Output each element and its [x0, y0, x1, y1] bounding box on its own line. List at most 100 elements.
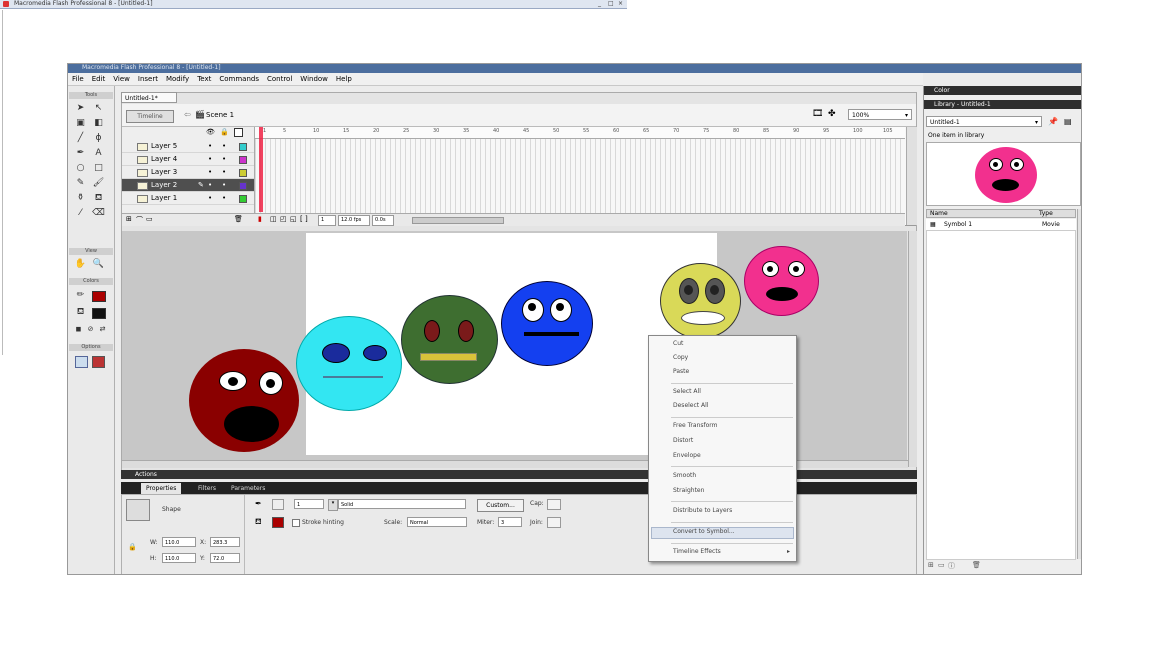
visible-dot-icon[interactable]: •	[208, 179, 212, 191]
menu-item-deselect-all[interactable]: Deselect All	[673, 402, 708, 409]
free-transform-tool-icon[interactable]: ▣	[74, 117, 87, 129]
line-tool-icon[interactable]: ╱	[74, 132, 87, 144]
eye-column-icon[interactable]: 👁	[206, 128, 215, 136]
brush-tool-icon[interactable]: 🖌	[92, 177, 105, 189]
rectangle-tool-icon[interactable]: □	[92, 162, 105, 174]
custom-button[interactable]: Custom...	[477, 499, 524, 512]
lock-dot-icon[interactable]: •	[222, 179, 226, 191]
back-arrow-icon[interactable]: ⇦	[184, 110, 191, 119]
delete-icon[interactable]: 🗑	[972, 561, 981, 569]
scale-select[interactable]: Normal	[407, 517, 467, 527]
lock-dot-icon[interactable]: •	[222, 140, 226, 152]
zoom-select[interactable]: 100% ▾	[848, 109, 912, 120]
layer-outline-swatch[interactable]	[239, 143, 247, 151]
menu-edit[interactable]: Edit	[88, 73, 110, 85]
stroke-color-swatch[interactable]	[92, 291, 106, 302]
yellow-face[interactable]	[660, 263, 741, 339]
pen-tool-icon[interactable]: ✒	[74, 147, 87, 159]
stroke-style-select[interactable]: Solid	[338, 499, 466, 509]
menu-item-copy[interactable]: Copy	[673, 354, 688, 361]
stroke-hinting-checkbox[interactable]	[292, 519, 300, 527]
y-input[interactable]: 72.0	[210, 553, 240, 563]
menu-insert[interactable]: Insert	[134, 73, 162, 85]
snap-option-icon[interactable]	[75, 356, 88, 368]
eraser-tool-icon[interactable]: ⌫	[92, 207, 105, 219]
col-name[interactable]: Name	[930, 210, 948, 218]
edit-multiple-icon[interactable]: ◱	[290, 215, 297, 223]
dark-red-face[interactable]	[189, 349, 299, 452]
frame-ruler[interactable]: 1 5 10 15 20 25 30 35 40 45 50 55 60 65 …	[255, 127, 905, 139]
oval-tool-icon[interactable]: ○	[74, 162, 87, 174]
playhead[interactable]	[259, 127, 263, 212]
menu-item-cut[interactable]: Cut	[673, 340, 683, 347]
layer-row-selected[interactable]: Layer 2 ✎ • •	[122, 179, 254, 192]
lock-icon[interactable]: 🔒	[128, 543, 137, 551]
menu-item-straighten[interactable]: Straighten	[673, 487, 704, 494]
menu-file[interactable]: File	[68, 73, 88, 85]
cap-select[interactable]	[547, 499, 561, 510]
layer-row[interactable]: Layer 5 • •	[122, 140, 254, 153]
green-face[interactable]	[401, 295, 498, 384]
eyedropper-tool-icon[interactable]: ⁄	[74, 207, 87, 219]
lock-column-icon[interactable]: 🔒	[220, 128, 229, 136]
col-type[interactable]: Type	[1039, 210, 1053, 218]
motion-guide-icon[interactable]: ⌒	[136, 215, 143, 225]
gradient-tool-icon[interactable]: ◧	[92, 117, 105, 129]
insert-layer-icon[interactable]: ⊞	[126, 215, 132, 223]
subselect-tool-icon[interactable]: ↖	[92, 102, 105, 114]
library-scrollbar[interactable]	[1077, 209, 1081, 559]
lock-dot-icon[interactable]: •	[222, 192, 226, 204]
blue-face[interactable]	[501, 281, 593, 366]
visible-dot-icon[interactable]: •	[208, 192, 212, 204]
menu-window[interactable]: Window	[296, 73, 332, 85]
text-tool-icon[interactable]: A	[92, 147, 105, 159]
new-symbol-icon[interactable]: ⊞	[928, 561, 934, 569]
menu-text[interactable]: Text	[193, 73, 215, 85]
onion-markers-icon[interactable]: [ ]	[300, 215, 308, 223]
pencil-tool-icon[interactable]: ✎	[74, 177, 87, 189]
properties-icon[interactable]: ⓘ	[948, 561, 955, 571]
tab-properties[interactable]: Properties	[141, 483, 182, 494]
library-document-select[interactable]: Untitled-1 ▾	[926, 116, 1042, 127]
library-panel-header[interactable]: Library - Untitled-1	[924, 100, 1081, 109]
lock-dot-icon[interactable]: •	[222, 166, 226, 178]
height-input[interactable]: 110.0	[162, 553, 196, 563]
layer-outline-swatch[interactable]	[239, 156, 247, 164]
actions-panel-header[interactable]: Actions	[121, 470, 917, 479]
menu-item-free-transform[interactable]: Free Transform	[673, 422, 717, 429]
onion-skin-icon[interactable]: ◫	[270, 215, 277, 223]
stage-vscroll[interactable]	[908, 231, 917, 467]
miter-input[interactable]: 3	[498, 517, 522, 527]
menu-item-timeline-effects[interactable]: Timeline Effects	[673, 548, 721, 555]
chevron-down-icon[interactable]: ▾	[328, 499, 338, 511]
cyan-face[interactable]	[296, 316, 402, 411]
tab-filters[interactable]: Filters	[193, 483, 221, 494]
arrow-tool-icon[interactable]: ➤	[74, 102, 87, 114]
width-input[interactable]: 110.0	[162, 537, 196, 547]
menu-modify[interactable]: Modify	[162, 73, 193, 85]
menu-view[interactable]: View	[109, 73, 134, 85]
swap-colors-icon[interactable]: ⇄	[96, 323, 109, 335]
menu-item-smooth[interactable]: Smooth	[673, 472, 696, 479]
close-icon[interactable]: ×	[618, 0, 623, 7]
library-item[interactable]: ▦ Symbol 1 Movie	[926, 219, 1076, 230]
lock-dot-icon[interactable]: •	[222, 153, 226, 165]
edit-scene-icon[interactable]: 🎞	[812, 109, 823, 119]
tab-parameters[interactable]: Parameters	[226, 483, 270, 494]
insert-folder-icon[interactable]: ▭	[146, 215, 153, 223]
menu-help[interactable]: Help	[332, 73, 356, 85]
menu-item-paste[interactable]: Paste	[673, 368, 689, 375]
timeline-hscroll[interactable]	[412, 217, 504, 224]
fill-color-swatch[interactable]	[92, 308, 106, 319]
menu-commands[interactable]: Commands	[215, 73, 263, 85]
timeline-toggle-button[interactable]: Timeline	[126, 110, 174, 123]
fill-color-picker[interactable]	[272, 517, 284, 528]
menu-item-distort[interactable]: Distort	[673, 437, 693, 444]
document-tab[interactable]: Untitled-1*	[121, 92, 177, 103]
smooth-option-icon[interactable]	[92, 356, 105, 368]
visible-dot-icon[interactable]: •	[208, 140, 212, 152]
menu-item-distribute-to-layers[interactable]: Distribute to Layers	[673, 507, 732, 514]
trash-icon[interactable]: 🗑	[234, 215, 243, 223]
join-select[interactable]	[547, 517, 561, 528]
frame-grid[interactable]	[255, 127, 905, 225]
